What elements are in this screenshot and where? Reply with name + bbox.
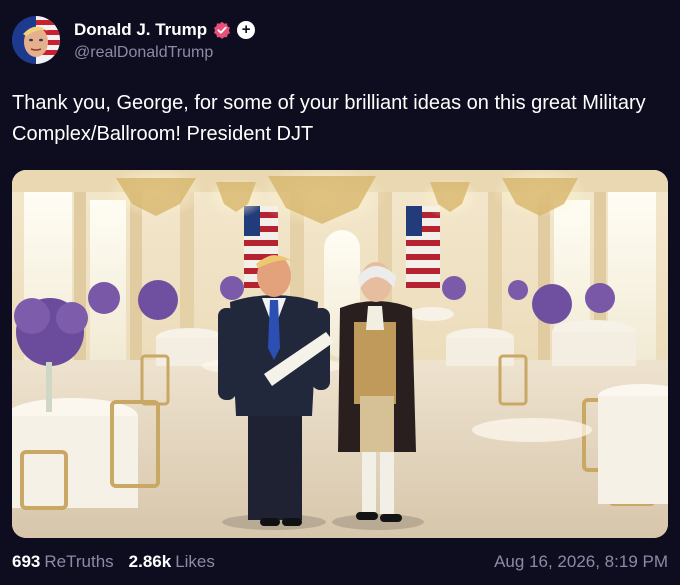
post-footer: 693 ReTruths 2.86k Likes Aug 16, 2026, 8… (12, 550, 668, 574)
likes-stat[interactable]: 2.86k Likes (129, 552, 215, 572)
plus-icon[interactable]: + (237, 21, 256, 39)
avatar-portrait-icon (12, 16, 60, 64)
post-header: Donald J. Trump + @realDonaldTrump (12, 12, 652, 68)
truth-post: Donald J. Trump + @realDonaldTrump Thank… (0, 0, 680, 585)
retruths-stat[interactable]: 693 ReTruths (12, 552, 114, 572)
avatar[interactable] (12, 16, 60, 64)
verified-badge-icon (213, 21, 231, 39)
post-timestamp[interactable]: Aug 16, 2026, 8:19 PM (494, 552, 668, 572)
retruths-count: 693 (12, 552, 41, 571)
author-handle[interactable]: @realDonaldTrump (74, 44, 255, 62)
post-image[interactable] (12, 170, 668, 538)
likes-label: Likes (175, 552, 215, 571)
post-text: Thank you, George, for some of your bril… (12, 92, 646, 145)
author-identity: Donald J. Trump + @realDonaldTrump (74, 18, 256, 62)
likes-count: 2.86k (128, 552, 172, 571)
ballroom-image (12, 170, 668, 538)
retruths-label: ReTruths (44, 552, 114, 571)
author-display-name[interactable]: Donald J. Trump (74, 20, 207, 40)
name-row: Donald J. Trump + (74, 18, 256, 42)
